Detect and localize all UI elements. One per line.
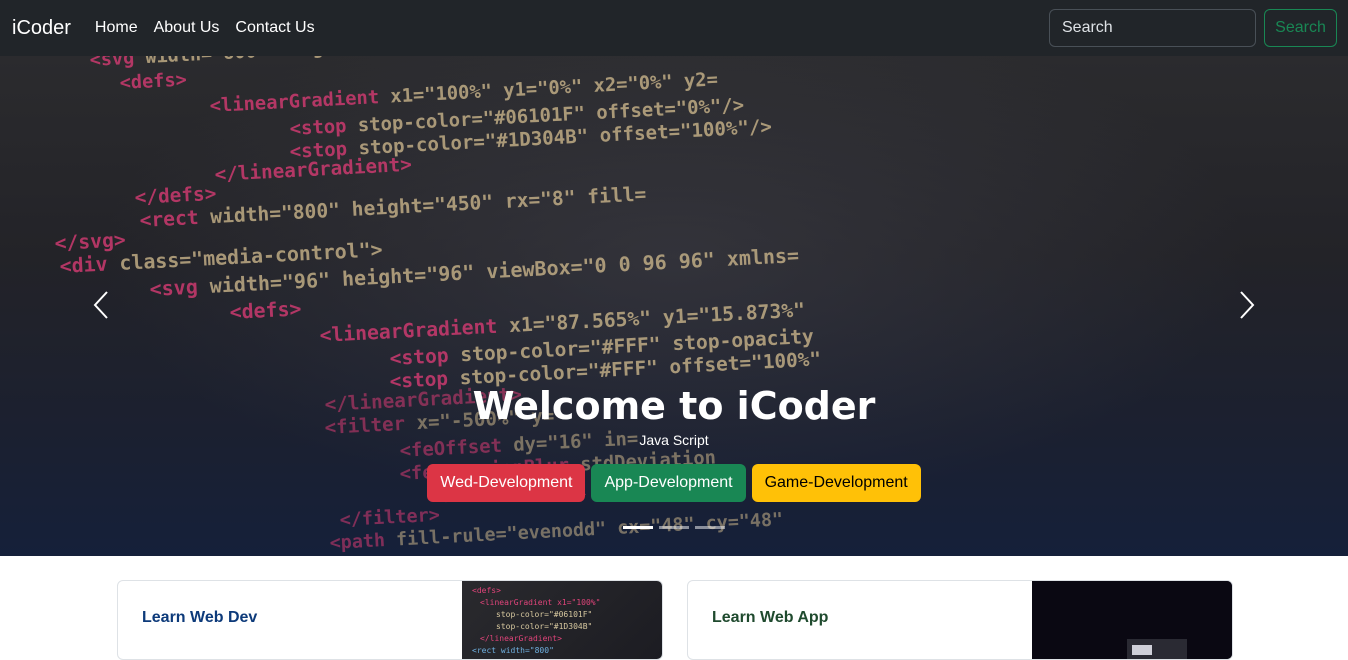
app-development-button[interactable]: App-Development [591, 464, 746, 502]
brand-logo[interactable]: iCoder [12, 17, 71, 40]
nav-link-about[interactable]: About Us [154, 19, 220, 37]
chevron-left-icon [93, 291, 108, 319]
svg-text:stop-color="#1D304B": stop-color="#1D304B" [496, 622, 592, 631]
card-photo-image [1032, 581, 1232, 659]
card-code-image: <defs> <linearGradient x1="100%" stop-co… [462, 581, 662, 659]
search-button[interactable]: Search [1264, 9, 1337, 47]
nav-link-home[interactable]: Home [95, 19, 138, 37]
card-title: Learn Web App [712, 609, 829, 626]
nav-link-contact[interactable]: Contact Us [235, 19, 314, 37]
carousel-caption: Welcome to iCoder Java Script Wed-Develo… [0, 384, 1348, 502]
code-line: </linearGradient> [214, 153, 412, 186]
svg-text:<linearGradient x1="100%": <linearGradient x1="100%" [480, 598, 600, 607]
svg-text:<defs>: <defs> [472, 586, 501, 595]
carousel-indicators [0, 526, 1348, 529]
carousel-title: Welcome to iCoder [472, 384, 876, 428]
svg-text:</linearGradient>: </linearGradient> [480, 634, 562, 643]
svg-text:stop-color="#06101F": stop-color="#06101F" [496, 610, 592, 619]
game-development-button[interactable]: Game-Development [751, 464, 921, 502]
card-learn-web-dev: Learn Web Dev <defs> <linearGradient x1=… [117, 580, 663, 660]
chevron-right-icon [1240, 291, 1255, 319]
nav-links: Home About Us Contact Us [95, 19, 315, 37]
card-learn-web-app: Learn Web App [687, 580, 1233, 660]
carousel-next-button[interactable] [1232, 290, 1262, 320]
hero-carousel: <svg width="800" height="450" viewBox="0… [0, 56, 1348, 556]
web-development-button[interactable]: Wed-Development [427, 464, 586, 502]
code-line: <defs> [119, 70, 187, 94]
search-input[interactable] [1049, 9, 1256, 47]
card-title: Learn Web Dev [142, 609, 258, 626]
carousel-indicator-1[interactable] [623, 526, 653, 529]
carousel-indicator-3[interactable] [695, 526, 725, 529]
carousel-subtitle: Java Script [639, 432, 709, 448]
carousel-button-row: Wed-Development App-Development Game-Dev… [0, 464, 1348, 502]
code-line: <defs> [229, 297, 302, 324]
navbar: iCoder Home About Us Contact Us Search [0, 0, 1348, 56]
search-form: Search [1049, 9, 1337, 47]
carousel-indicator-2[interactable] [659, 526, 689, 529]
svg-text:<rect width="800": <rect width="800" [472, 646, 554, 655]
code-line: </svg> [54, 228, 126, 255]
carousel-prev-button[interactable] [86, 290, 116, 320]
